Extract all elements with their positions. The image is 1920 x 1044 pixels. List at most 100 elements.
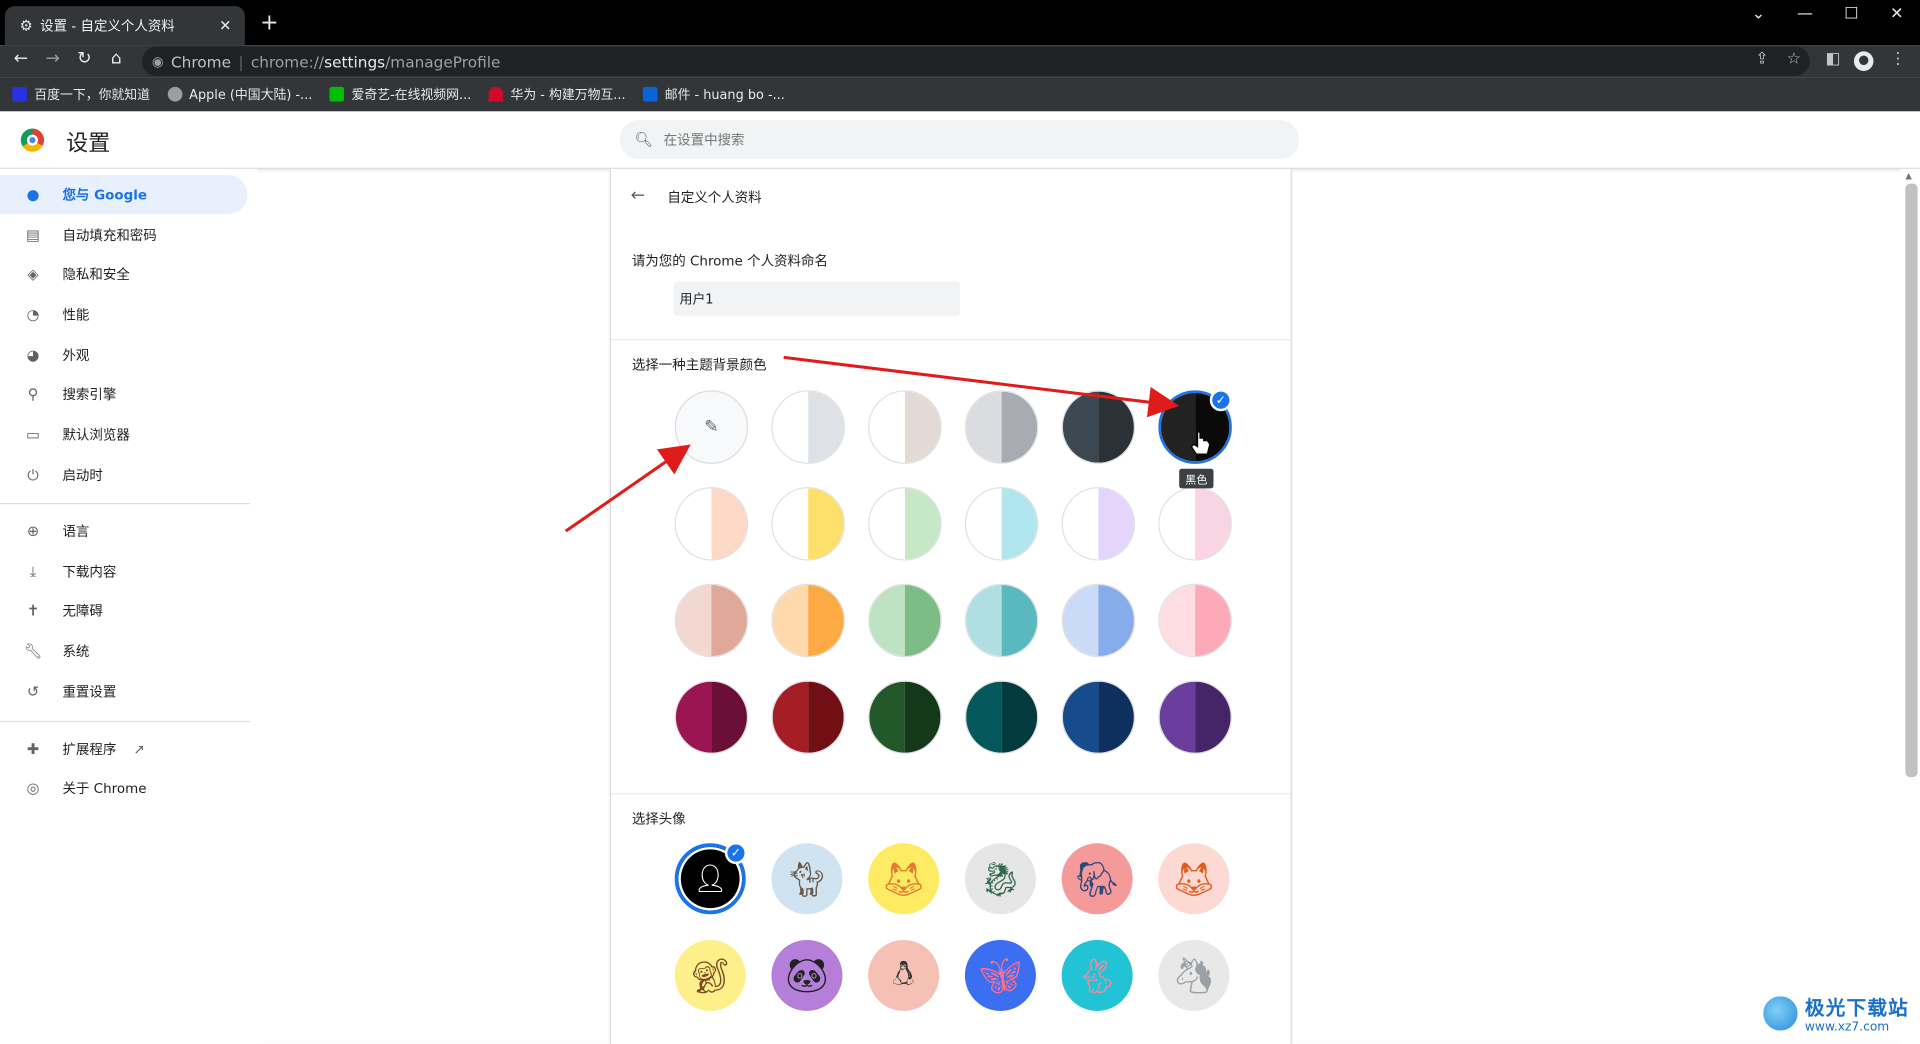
search-input[interactable] (663, 131, 1252, 148)
theme-color-swatch[interactable] (964, 583, 1039, 658)
maximize-button[interactable]: ☐ (1837, 5, 1866, 23)
panda-icon: 🐼︎ (785, 955, 829, 996)
theme-color-swatch[interactable] (1061, 487, 1136, 561)
theme-color-swatch[interactable] (771, 680, 845, 754)
clipboard-icon: ▤ (26, 226, 41, 244)
back-arrow-icon[interactable]: ← (631, 186, 645, 206)
back-button[interactable]: ← (9, 49, 33, 69)
profile-name-input[interactable] (673, 281, 961, 316)
unicorn-avatar[interactable]: 🦄︎ (1158, 939, 1230, 1011)
theme-color-swatch[interactable] (868, 583, 942, 658)
panda-avatar[interactable]: 🐼︎ (771, 939, 843, 1011)
new-tab-button[interactable]: + (257, 10, 281, 36)
theme-color-swatch[interactable] (674, 583, 749, 658)
theme-color-swatch[interactable] (1061, 680, 1136, 754)
reload-button[interactable]: ↻ (72, 49, 96, 69)
tab-strip: ⚙ 设置 - 自定义个人资料 ✕ + ⌄ — ☐ ✕ (0, 0, 1920, 46)
theme-color-swatch[interactable] (1061, 390, 1136, 464)
person-icon: ● (26, 186, 40, 204)
dragon-icon: 🐉︎ (978, 858, 1023, 899)
cat-avatar[interactable]: 🐈︎ (771, 843, 843, 915)
penguin-avatar[interactable]: 🐧︎ (868, 939, 940, 1011)
theme-color-swatch[interactable] (1061, 583, 1136, 658)
sidebar-item-system[interactable]: 🔧︎ 系统 (0, 632, 247, 671)
monkey-avatar[interactable]: 🐒︎ (674, 939, 746, 1011)
puzzle-icon: ✚ (26, 740, 40, 758)
person-silhouette-icon: 👤︎ (693, 863, 728, 895)
sidebar-item-reset[interactable]: ↺ 重置设置 (0, 672, 247, 711)
sidebar-item-downloads[interactable]: ⤓ 下载内容 (0, 552, 247, 591)
watermark-logo-icon (1760, 993, 1801, 1033)
close-tab-icon[interactable]: ✕ (216, 17, 236, 34)
theme-color-swatch[interactable] (868, 390, 942, 464)
rabbit-avatar[interactable]: 🐇︎ (1061, 939, 1133, 1011)
bookmark-item[interactable]: 华为 - 构建万物互... (488, 85, 626, 103)
omnibox-host: settings (324, 52, 386, 71)
theme-color-swatch[interactable] (771, 487, 845, 561)
theme-color-swatch[interactable] (964, 390, 1039, 464)
theme-color-swatch[interactable] (868, 680, 942, 754)
bookmark-item[interactable]: Apple (中国大陆) -... (167, 85, 312, 103)
sidebar-item-about-chrome[interactable]: ◎ 关于 Chrome (0, 769, 247, 808)
bookmark-item[interactable]: 爱奇艺-在线视频网... (329, 85, 471, 103)
browser-icon: ▭ (26, 425, 41, 444)
theme-color-swatch[interactable] (964, 487, 1039, 561)
sidebar-item-accessibility[interactable]: ✝ 无障碍 (0, 591, 247, 630)
theme-color-swatch[interactable] (868, 487, 942, 561)
settings-search[interactable]: 🔍︎ (619, 119, 1300, 160)
rabbit-icon: 🐇︎ (1075, 955, 1119, 996)
dragon-avatar[interactable]: 🐉︎ (964, 843, 1036, 915)
theme-color-swatch[interactable] (674, 487, 749, 561)
section-divider (611, 339, 1291, 341)
bookmark-item[interactable]: 邮件 - huang bo -... (642, 85, 785, 103)
theme-color-swatch[interactable] (1158, 583, 1232, 658)
profile-icon[interactable]: ● (1853, 51, 1874, 71)
chrome-logo-icon (20, 128, 45, 152)
omnibox-site-label: Chrome (170, 52, 231, 71)
butterfly-avatar[interactable]: 🦋︎ (964, 939, 1036, 1011)
scroll-up-icon[interactable]: ▲ (1905, 171, 1912, 181)
bookmark-item[interactable]: 百度一下，你就知道 (12, 85, 150, 103)
address-bar[interactable]: ◉ Chrome | chrome://settings/manageProfi… (142, 46, 1810, 76)
share-icon[interactable]: ⇪ (1751, 50, 1773, 68)
globe-icon: ⊕ (26, 522, 40, 540)
theme-color-swatch[interactable] (674, 680, 749, 754)
sidebar-item-privacy[interactable]: ◈ 隐私和安全 (0, 255, 247, 294)
omnibox-scheme: chrome:// (250, 52, 325, 71)
custom-color-picker[interactable]: ✎ (674, 390, 749, 464)
tab-search-icon[interactable]: ⌄ (1744, 5, 1773, 23)
fox-avatar[interactable]: 🦊︎ (868, 843, 940, 915)
sidebar-item-languages[interactable]: ⊕ 语言 (0, 512, 247, 551)
selected-check-icon: ✓ (724, 842, 747, 865)
minimize-button[interactable]: — (1790, 5, 1819, 23)
close-window-button[interactable]: ✕ (1882, 5, 1911, 23)
sidebar-item-search-engine[interactable]: ⚲ 搜索引擎 (0, 375, 247, 414)
theme-color-swatch[interactable] (1158, 680, 1232, 754)
fox-orange-avatar[interactable]: 🦊︎ (1158, 843, 1230, 915)
sidebar-item-extensions[interactable]: ✚ 扩展程序 ↗ (0, 729, 247, 768)
bookmark-star-icon[interactable]: ☆ (1783, 50, 1805, 68)
sidebar-item-you-and-google[interactable]: ● 您与 Google (0, 175, 248, 215)
side-panel-icon[interactable]: ◧ (1822, 50, 1844, 68)
butterfly-icon: 🦋︎ (978, 955, 1023, 996)
elephant-avatar[interactable]: 🐘︎ (1061, 843, 1133, 915)
theme-color-swatch[interactable] (964, 680, 1039, 754)
sidebar-item-default-browser[interactable]: ▭ 默认浏览器 (0, 415, 247, 454)
watermark-title: 极光下载站 (1804, 996, 1910, 1020)
unicorn-icon: 🦄︎ (1172, 955, 1216, 996)
manage-profile-card: ← 自定义个人资料 请为您的 Chrome 个人资料命名 选择一种主题背景颜色 … (609, 168, 1292, 1044)
sidebar-item-on-startup[interactable]: ⏻ 启动时 (0, 455, 247, 494)
home-button[interactable]: ⌂ (104, 49, 128, 69)
theme-color-swatch[interactable] (771, 583, 845, 658)
theme-color-swatch[interactable] (1158, 487, 1232, 561)
theme-color-swatch[interactable] (771, 390, 845, 464)
sidebar-item-appearance[interactable]: ◕ 外观 (0, 335, 247, 374)
sidebar-item-performance[interactable]: ◔ 性能 (0, 295, 247, 334)
scrollbar-thumb[interactable] (1905, 183, 1918, 778)
menu-icon[interactable]: ⋮ (1887, 50, 1909, 68)
tab-settings[interactable]: ⚙ 设置 - 自定义个人资料 ✕ (4, 6, 245, 46)
sidebar-item-autofill[interactable]: ▤ 自动填充和密码 (0, 215, 247, 254)
avatar-label: 选择头像 (631, 811, 686, 828)
download-icon: ⤓ (29, 562, 37, 580)
forward-button[interactable]: → (40, 49, 64, 69)
